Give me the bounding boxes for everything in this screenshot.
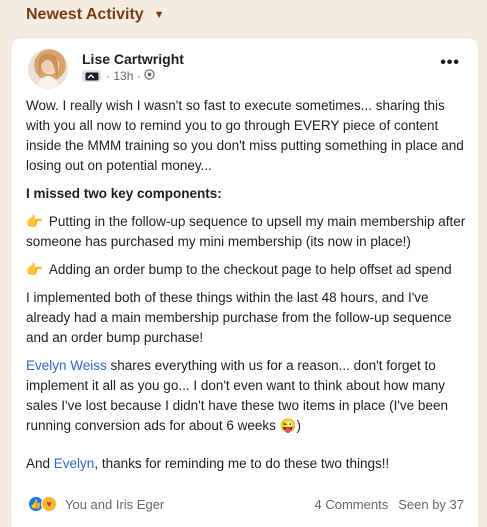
section-title: Newest Activity	[26, 6, 144, 23]
paragraph: Wow. I really wish I wasn't so fast to e…	[26, 98, 464, 173]
post-footer: 👍 ♥ You and Iris Eger 4 Comments Seen by…	[28, 496, 464, 512]
post-body: Wow. I really wish I wasn't so fast to e…	[26, 96, 466, 482]
meta-separator: ·	[106, 69, 114, 83]
author-name[interactable]: Lise Cartwright	[82, 51, 184, 67]
comments-count[interactable]: 4 Comments	[315, 497, 389, 512]
more-options-icon[interactable]: •••	[440, 54, 460, 72]
paragraph-heading: I missed two key components:	[26, 186, 222, 201]
list-item-text: Putting in the follow-up sequence to ups…	[26, 214, 466, 249]
post-meta: · 13h ·	[82, 69, 155, 83]
post-card: Lise Cartwright · 13h · ••• Wow. I reall…	[11, 38, 478, 527]
globe-icon	[144, 69, 155, 83]
paragraph: I implemented both of these things withi…	[26, 290, 452, 345]
section-header[interactable]: Newest Activity ▼	[26, 6, 165, 24]
paragraph: And Evelyn, thanks for reminding me to d…	[26, 454, 466, 474]
grin-emoji-icon: 😜	[279, 418, 297, 433]
seen-count[interactable]: Seen by 37	[398, 497, 464, 512]
caret-down-icon[interactable]: ▼	[154, 9, 165, 21]
paragraph-text: , thanks for reminding me to do these tw…	[94, 456, 390, 471]
reactions-summary[interactable]: You and Iris Eger	[65, 497, 164, 512]
paragraph-text: And	[26, 456, 54, 471]
badge-icon	[82, 70, 101, 82]
reactions[interactable]: 👍 ♥	[28, 496, 57, 512]
paragraph: Evelyn Weiss shares everything with us f…	[26, 356, 466, 436]
care-icon: ♥	[41, 496, 57, 512]
list-item: 👉 Adding an order bump to the checkout pa…	[26, 260, 466, 280]
list-item-text: Adding an order bump to the checkout pag…	[48, 262, 452, 277]
pointing-hand-icon: 👉	[26, 262, 43, 277]
meta-separator: ·	[133, 69, 141, 83]
list-item: 👉 Putting in the follow-up sequence to up…	[26, 212, 466, 252]
mention-link[interactable]: Evelyn	[54, 456, 95, 471]
mention-link[interactable]: Evelyn Weiss	[26, 358, 107, 373]
avatar[interactable]	[28, 49, 68, 89]
paragraph-text: )	[296, 418, 301, 433]
post-time[interactable]: 13h	[113, 69, 133, 83]
pointing-hand-icon: 👉	[26, 214, 43, 229]
